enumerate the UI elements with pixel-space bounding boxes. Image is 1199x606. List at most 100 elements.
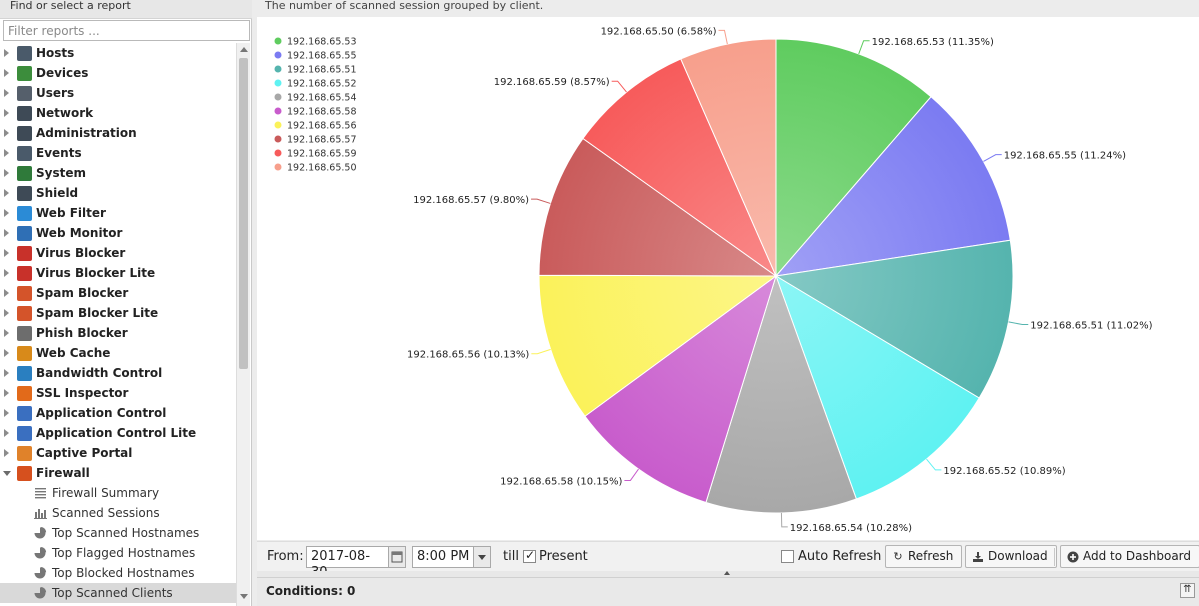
auto-refresh-checkbox[interactable] [781,550,794,563]
tree-category-label: Devices [36,66,89,80]
tree-category-phish-blocker[interactable]: Phish Blocker [0,323,236,343]
collapsed-arrow-icon[interactable] [4,309,9,317]
add-to-dashboard-button[interactable]: Add to Dashboard [1060,545,1199,568]
collapsed-arrow-icon[interactable] [4,249,9,257]
present-checkbox[interactable] [523,548,536,563]
tree-scrollbar[interactable] [236,43,250,606]
legend-item[interactable]: 192.168.65.58 [287,107,357,118]
download-button[interactable]: Download [965,545,1057,568]
application-control-lite-icon [17,426,32,441]
tree-category-ssl-inspector[interactable]: SSL Inspector [0,383,236,403]
legend-item[interactable]: 192.168.65.50 [287,163,357,174]
expand-conditions-icon[interactable]: ⇈ [1180,583,1195,598]
ssl-inspector-icon [17,386,32,401]
collapsed-arrow-icon[interactable] [4,449,9,457]
tree-category-application-control-lite[interactable]: Application Control Lite [0,423,236,443]
time-dropdown-trigger[interactable] [473,546,491,568]
collapsed-arrow-icon[interactable] [4,109,9,117]
collapsed-arrow-icon[interactable] [4,429,9,437]
legend-item[interactable]: 192.168.65.57 [287,135,357,146]
from-label: From: [267,549,304,564]
scroll-down-arrow-icon[interactable] [240,594,248,599]
pie-chart-icon [34,587,47,599]
legend-marker [274,163,282,171]
tree-category-spam-blocker-lite[interactable]: Spam Blocker Lite [0,303,236,323]
tree-category-web-monitor[interactable]: Web Monitor [0,223,236,243]
tree-category-devices[interactable]: Devices [0,63,236,83]
data-label: 192.168.65.53 (11.35%) [872,37,994,48]
tree-category-label: Bandwidth Control [36,366,163,380]
tree-category-firewall[interactable]: Firewall [0,463,236,483]
tree-category-administration[interactable]: Administration [0,123,236,143]
tree-category-web-filter[interactable]: Web Filter [0,203,236,223]
scrollbar-thumb[interactable] [239,58,248,369]
collapsed-arrow-icon[interactable] [4,329,9,337]
tree-report-top-scanned-hostnames[interactable]: Top Scanned Hostnames [0,523,236,543]
data-label: 192.168.65.59 (8.57%) [494,77,610,88]
tree-category-hosts[interactable]: Hosts [0,43,236,63]
legend-marker [274,51,282,59]
data-label: 192.168.65.55 (11.24%) [1004,151,1126,162]
scroll-up-arrow-icon[interactable] [240,47,248,52]
tree-category-virus-blocker-lite[interactable]: Virus Blocker Lite [0,263,236,283]
legend-item[interactable]: 192.168.65.59 [287,149,357,160]
legend-marker [274,121,282,129]
legend-item[interactable]: 192.168.65.51 [287,65,357,76]
tree-category-system[interactable]: System [0,163,236,183]
tree-report-top-flagged-hostnames[interactable]: Top Flagged Hostnames [0,543,236,563]
data-label: 192.168.65.58 (10.15%) [500,476,622,487]
legend-item[interactable]: 192.168.65.54 [287,93,357,104]
collapsed-arrow-icon[interactable] [4,149,9,157]
tree-report-firewall-summary[interactable]: Firewall Summary [0,483,236,503]
chart-panel: 192.168.65.53 (11.35%) 192.168.65.55 (11.… [257,17,1199,540]
pie-chart-icon [34,527,47,539]
legend-item[interactable]: 192.168.65.55 [287,51,357,62]
filter-reports-input[interactable] [3,20,250,41]
collapsed-arrow-icon[interactable] [4,289,9,297]
refresh-button[interactable]: ↻ Refresh [885,545,963,568]
tree-category-spam-blocker[interactable]: Spam Blocker [0,283,236,303]
bar-chart-icon [34,509,47,519]
tree-category-events[interactable]: Events [0,143,236,163]
system-icon [17,166,32,181]
collapsed-arrow-icon[interactable] [4,169,9,177]
collapsed-arrow-icon[interactable] [4,269,9,277]
tree-category-shield[interactable]: Shield [0,183,236,203]
label-connector [611,80,627,93]
tree-category-network[interactable]: Network [0,103,236,123]
date-picker-trigger[interactable] [388,546,406,568]
tree-category-virus-blocker[interactable]: Virus Blocker [0,243,236,263]
tree-report-top-blocked-hostnames[interactable]: Top Blocked Hostnames [0,563,236,583]
collapsed-arrow-icon[interactable] [4,369,9,377]
legend-item[interactable]: 192.168.65.52 [287,79,357,90]
collapsed-arrow-icon[interactable] [4,349,9,357]
label-connector [1008,321,1029,326]
tree-report-top-scanned-clients[interactable]: Top Scanned Clients [0,583,236,603]
captive-portal-icon [17,446,32,461]
label-connector [926,458,942,471]
collapsed-arrow-icon[interactable] [4,129,9,137]
collapsed-arrow-icon[interactable] [4,209,9,217]
tree-category-captive-portal[interactable]: Captive Portal [0,443,236,463]
legend-item[interactable]: 192.168.65.53 [287,37,357,48]
collapsed-arrow-icon[interactable] [4,229,9,237]
legend-item[interactable]: 192.168.65.56 [287,121,357,132]
tree-category-users[interactable]: Users [0,83,236,103]
from-date-field[interactable]: 2017-08-30 [306,546,390,580]
devices-icon [17,66,32,81]
collapsed-arrow-icon[interactable] [4,389,9,397]
collapsed-arrow-icon[interactable] [4,89,9,97]
collapsed-arrow-icon[interactable] [4,49,9,57]
tree-category-application-control[interactable]: Application Control [0,403,236,423]
refresh-button-label: Refresh [908,549,954,563]
collapsed-arrow-icon[interactable] [4,69,9,77]
virus-blocker-lite-icon [17,266,32,281]
expanded-arrow-icon[interactable] [3,471,11,476]
tree-report-scanned-sessions[interactable]: Scanned Sessions [0,503,236,523]
collapse-up-icon[interactable] [724,571,730,575]
tree-category-web-cache[interactable]: Web Cache [0,343,236,363]
collapsed-arrow-icon[interactable] [4,189,9,197]
collapsed-arrow-icon[interactable] [4,409,9,417]
tree-category-bandwidth-control[interactable]: Bandwidth Control [0,363,236,383]
from-time-field[interactable]: 8:00 PM [412,546,476,568]
